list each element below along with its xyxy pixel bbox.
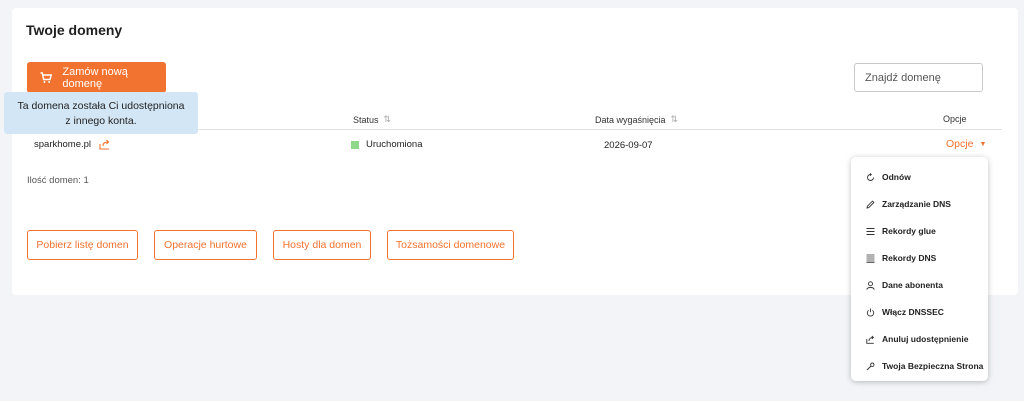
user-icon [865, 280, 875, 290]
menu-item-cancel-sharing[interactable]: Anuluj udostępnienie [865, 334, 968, 344]
power-icon [865, 307, 875, 317]
cart-icon [39, 71, 52, 85]
menu-item-renew[interactable]: Odnów [865, 172, 911, 182]
column-header-options: Opcje [943, 114, 967, 124]
menu-item-safe-site[interactable]: Twoja Bezpieczna Strona [865, 361, 983, 371]
list-icon [865, 253, 875, 263]
shared-domain-tooltip: Ta domena została Ci udostępniona z inne… [4, 92, 198, 134]
menu-item-glue-records[interactable]: Rekordy glue [865, 226, 936, 236]
page-title: Twoje domeny [26, 22, 123, 38]
menu-item-enable-dnssec[interactable]: Włącz DNSSEC [865, 307, 944, 317]
download-list-button[interactable]: Pobierz listę domen [27, 230, 138, 260]
share-icon [865, 334, 875, 344]
sort-icon: ⇅ [383, 114, 392, 124]
domain-identities-button[interactable]: Tożsamości domenowe [387, 230, 514, 260]
column-header-status[interactable]: Status ⇅ [353, 114, 391, 125]
column-header-expiry[interactable]: Data wygaśnięcia ⇅ [595, 114, 678, 125]
shared-icon[interactable] [99, 139, 111, 150]
expiry-date: 2026-09-07 [604, 140, 653, 151]
options-dropdown-button[interactable]: Opcje ▼ [946, 138, 986, 150]
pencil-icon [865, 199, 875, 209]
bulk-operations-button[interactable]: Operacje hurtowe [154, 230, 257, 260]
refresh-icon [865, 172, 875, 182]
caret-down-icon: ▼ [979, 140, 987, 148]
lines-icon [865, 226, 875, 236]
wrench-icon [865, 361, 875, 371]
menu-item-registrant-data[interactable]: Dane abonenta [865, 280, 943, 290]
domain-count: Ilość domen: 1 [27, 175, 89, 186]
search-input[interactable] [854, 63, 983, 92]
status-indicator [351, 140, 359, 149]
sort-icon: ⇅ [670, 114, 679, 124]
table-row-domain[interactable]: sparkhome.pl [34, 139, 111, 150]
menu-item-dns-management[interactable]: Zarządzanie DNS [865, 199, 951, 209]
options-dropdown-menu: Odnów Zarządzanie DNS Rekordy glue Rekor… [851, 157, 988, 381]
order-domain-button[interactable]: Zamów nową domenę [27, 62, 166, 93]
order-domain-label: Zamów nową domenę [62, 65, 128, 90]
menu-item-dns-records[interactable]: Rekordy DNS [865, 253, 936, 263]
domain-hosts-button[interactable]: Hosty dla domen [273, 230, 371, 260]
status-badge: Uruchomiona [351, 139, 423, 150]
